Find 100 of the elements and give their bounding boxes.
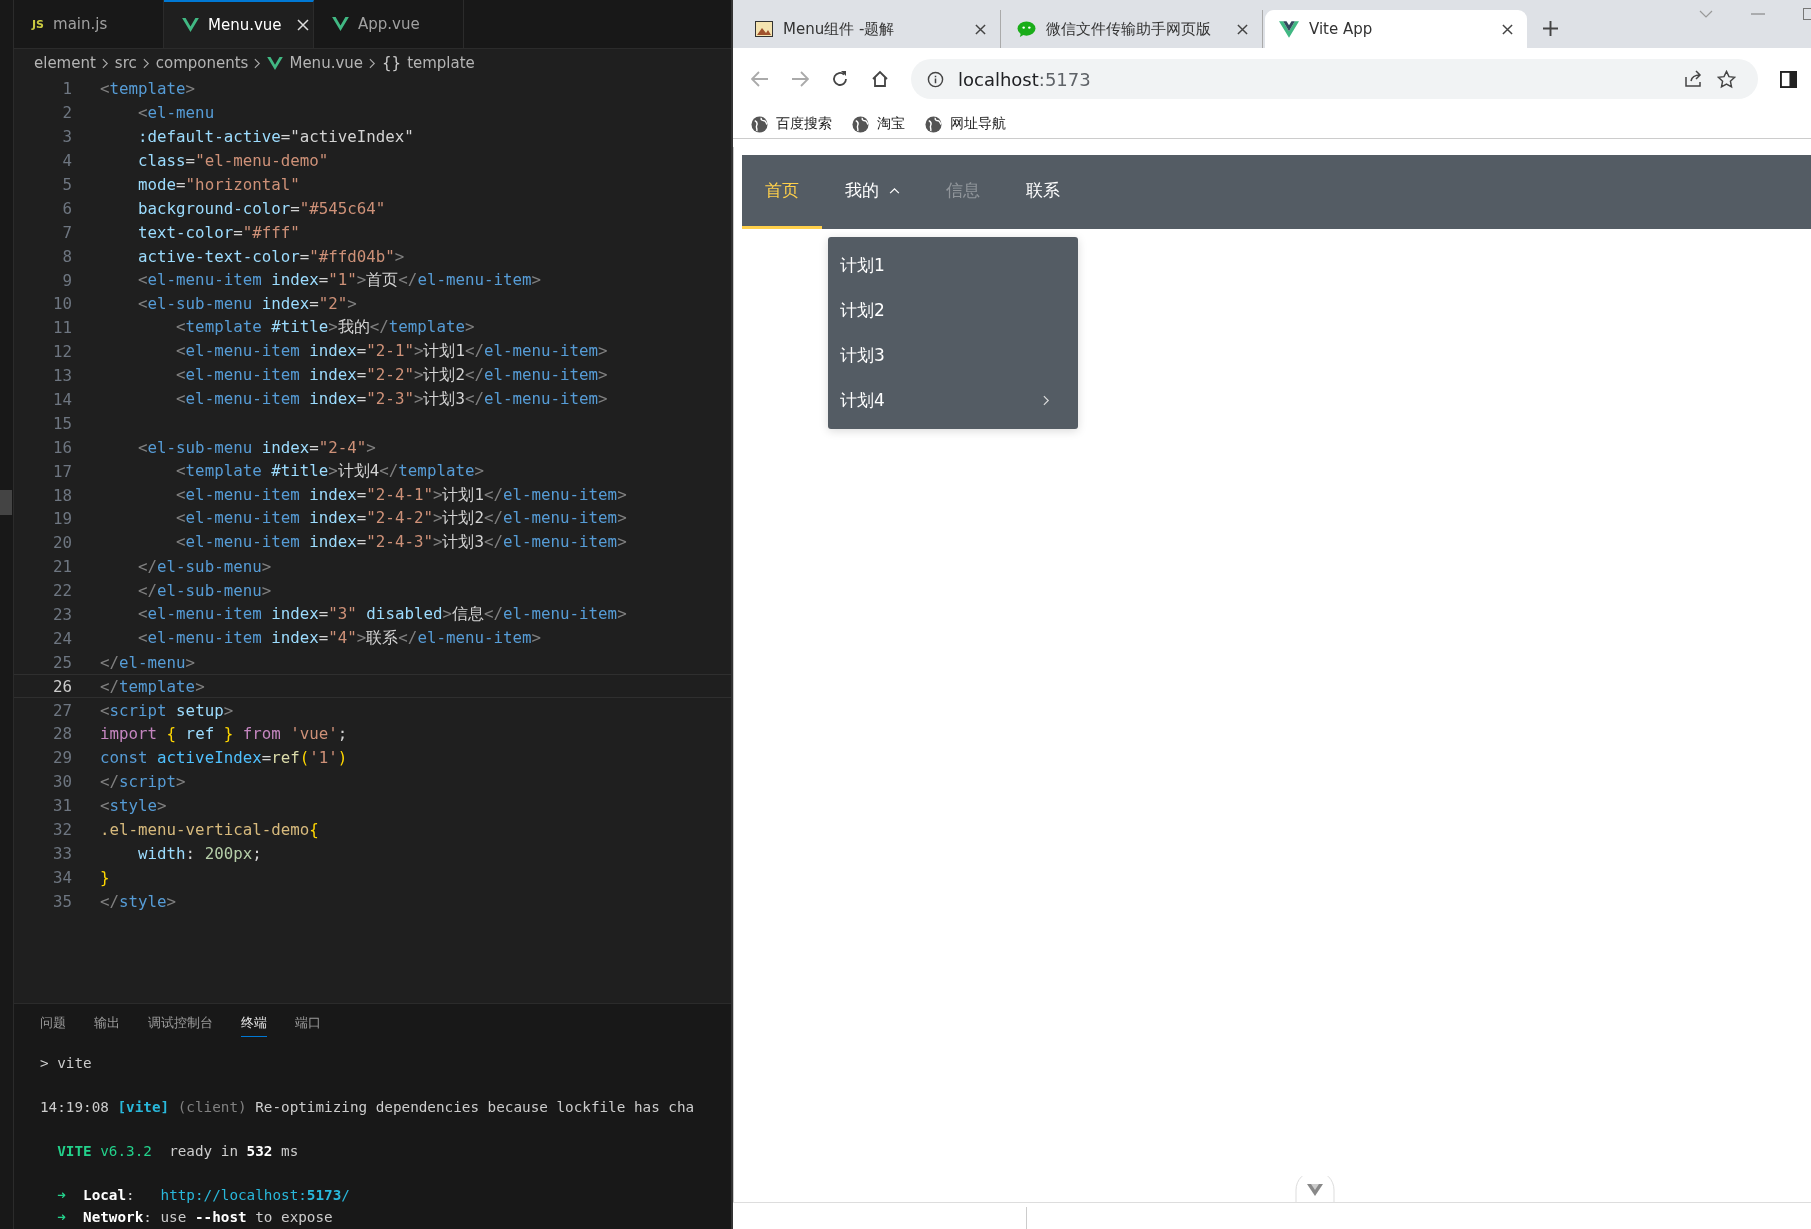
dropdown-item[interactable]: 计划2 [828, 288, 1078, 333]
code-line: <el-menu-item index="4">联系</el-menu-item> [137, 627, 542, 649]
line-number: 16 [51, 437, 73, 457]
reload-icon[interactable] [831, 70, 849, 88]
line-number: 19 [51, 509, 73, 529]
line-number: 6 [61, 198, 73, 218]
editor-tab[interactable]: App.vue [314, 0, 464, 48]
bookmark[interactable]: 百度搜索 [751, 115, 832, 133]
close-icon[interactable] [1237, 23, 1248, 35]
code-line: <template> [100, 79, 196, 99]
breadcrumb-item[interactable]: element [34, 54, 96, 72]
close-icon[interactable] [1502, 23, 1513, 35]
menu-item[interactable]: 首页 [742, 155, 822, 229]
panel-tab[interactable]: 终端 [241, 1014, 267, 1037]
close-icon[interactable] [975, 23, 986, 35]
line-number: 8 [61, 246, 73, 266]
code-line: <template #title>我的</template> [175, 317, 475, 339]
info-icon [927, 70, 944, 88]
breadcrumb-item[interactable]: src [114, 54, 137, 72]
dropdown-item[interactable]: 计划3 [828, 333, 1078, 378]
code-line: .el-menu-vertical-demo{ [100, 820, 319, 840]
breadcrumb-item[interactable]: template [407, 54, 475, 72]
panel-tab[interactable]: 调试控制台 [148, 1014, 213, 1036]
home-icon[interactable] [871, 70, 889, 88]
line-number: 35 [51, 891, 73, 911]
code-line: </el-sub-menu> [137, 581, 272, 601]
code-line: :default-active="activeIndex" [137, 127, 414, 147]
vue-logo-icon [182, 18, 199, 32]
chevron-right-icon [101, 57, 109, 69]
terminal-line: ➜ Network: use --host to expose [56, 1208, 334, 1227]
line-number: 21 [51, 557, 73, 577]
line-number: 10 [51, 294, 73, 314]
line-number: 34 [51, 867, 73, 887]
code-line: </el-sub-menu> [137, 557, 272, 577]
line-number: 28 [51, 724, 73, 744]
panel-tab[interactable]: 端口 [295, 1014, 321, 1036]
address-bar[interactable]: localhost:5173 [911, 59, 1758, 99]
dropdown-item[interactable]: 计划1 [828, 243, 1078, 288]
sidebar-icon[interactable] [1780, 70, 1797, 88]
menu-item[interactable]: 我的 [822, 155, 923, 229]
code-line: </template> [100, 676, 205, 696]
terminal-line: > vite [40, 1054, 93, 1073]
line-number: 14 [51, 390, 73, 409]
code-line: <el-menu-item index="3" disabled>信息</el-menu-item> [137, 604, 627, 626]
line-number: 11 [51, 318, 73, 338]
line-number: 1 [61, 79, 73, 99]
code-line: <style> [100, 796, 167, 816]
browser-tab[interactable]: Menu组件 -题解 [741, 10, 1001, 48]
star-icon[interactable] [1717, 69, 1736, 89]
chat-bubble-icon [1017, 20, 1036, 38]
code-line: <script setup> [100, 700, 234, 720]
code-line: <el-sub-menu index="2-4"> [137, 437, 376, 457]
code-line: <el-menu-item index="1">首页</el-menu-item> [137, 269, 542, 291]
breadcrumb-item[interactable]: components [155, 54, 249, 72]
code-line: <el-sub-menu index="2"> [137, 294, 357, 314]
line-number: 26 [51, 676, 73, 696]
panel-tab[interactable]: 输出 [94, 1014, 120, 1036]
terminal-line: 14:19:08 [vite] (client) Re-optimizing dependencies because lockfile has cha [40, 1098, 696, 1117]
line-number: 33 [51, 843, 73, 863]
terminal-line: ➜ Local: http://localhost:5173/ [56, 1186, 351, 1205]
chevron-right-icon [1043, 395, 1050, 406]
globe-icon [925, 115, 942, 133]
code-line: active-text-color="#ffd04b"> [137, 246, 405, 266]
line-number: 22 [51, 581, 73, 601]
globe-icon [751, 115, 768, 133]
chevron-right-icon [142, 57, 150, 69]
line-number: 3 [61, 127, 73, 147]
code-line: width: 200px; [137, 843, 262, 863]
braces-symbol: {} [382, 54, 402, 72]
code-line: <el-menu-item index="2-2">计划2</el-menu-item> [175, 365, 608, 387]
new-tab-icon[interactable] [1543, 21, 1558, 36]
dropdown-item[interactable]: 计划4 [828, 378, 1078, 423]
browser-tab[interactable]: Vite App [1265, 10, 1527, 48]
devtools-toggle-icon[interactable] [1295, 1176, 1335, 1202]
line-number: 27 [51, 700, 73, 720]
chevron-right-icon [254, 57, 262, 69]
line-number: 30 [51, 772, 73, 792]
scrollbar-thumb[interactable] [0, 490, 12, 515]
panel-tab[interactable]: 问题 [40, 1014, 66, 1036]
breadcrumb-item[interactable]: Menu.vue [289, 54, 364, 72]
line-number: 5 [61, 175, 73, 194]
code-line: mode="horizontal" [137, 175, 300, 194]
line-number: 2 [61, 103, 73, 123]
browser-tab[interactable]: 微信文件传输助手网页版 [1003, 10, 1263, 48]
code-line: <template #title>计划4</template> [175, 460, 484, 482]
globe-icon [852, 115, 869, 133]
code-line: text-color="#fff" [137, 222, 300, 242]
image-icon [755, 21, 773, 37]
line-number: 12 [51, 342, 73, 362]
bookmark[interactable]: 淘宝 [852, 115, 905, 133]
share-icon[interactable] [1683, 70, 1703, 88]
code-line: <el-menu-item index="2-4-1">计划1</el-menu-item> [175, 484, 627, 506]
code-line: </script> [100, 772, 186, 792]
bookmark[interactable]: 网址导航 [925, 115, 1006, 133]
menu-item[interactable]: 联系 [1003, 155, 1083, 229]
code-line: const activeIndex=ref('1') [100, 748, 348, 768]
editor-tab[interactable]: Menu.vue [164, 0, 314, 48]
line-number: 9 [61, 270, 73, 290]
line-number: 23 [51, 605, 73, 625]
line-number: 4 [61, 151, 73, 171]
